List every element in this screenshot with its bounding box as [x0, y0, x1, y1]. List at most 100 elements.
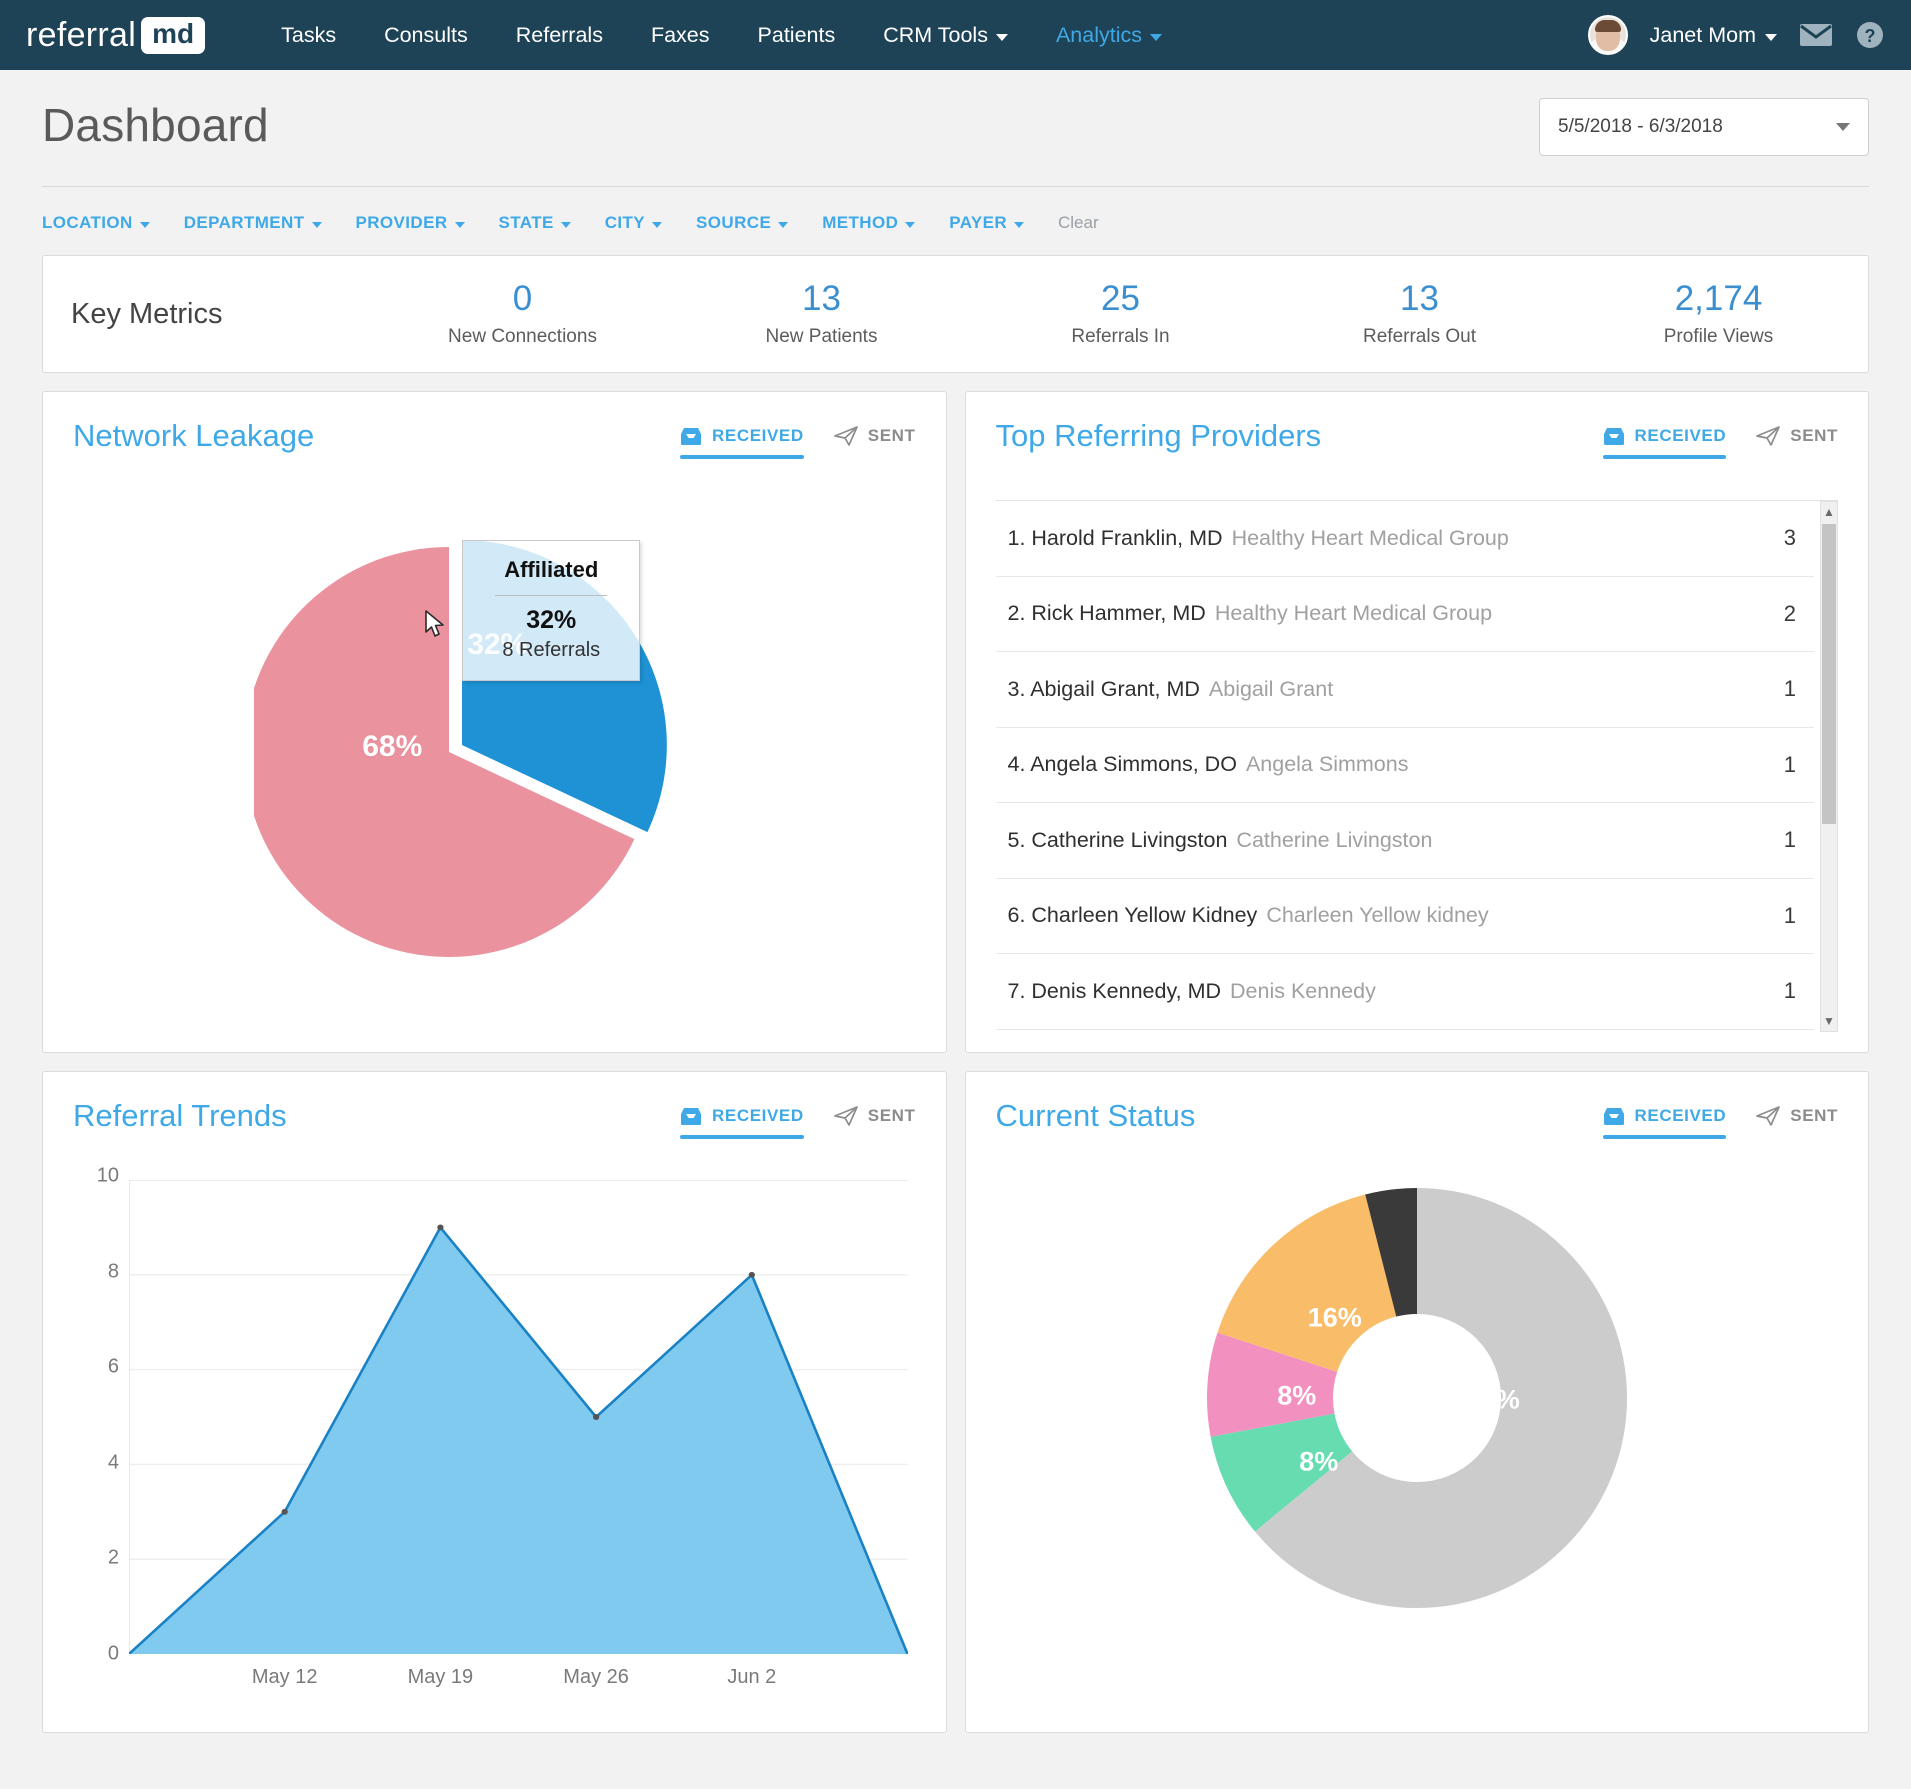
- y-tick-label: 0: [107, 1642, 119, 1665]
- metric-name: New Connections: [448, 325, 597, 347]
- table-row[interactable]: 1. Harold Franklin, MD Healthy Heart Med…: [995, 501, 1814, 577]
- brand-logo[interactable]: referral md: [26, 16, 206, 55]
- nav-label: Analytics: [1055, 22, 1142, 47]
- provider-count: 2: [1783, 600, 1796, 626]
- nav-item-referrals[interactable]: Referrals: [492, 23, 627, 48]
- x-tick-label: May 26: [563, 1666, 629, 1688]
- table-row[interactable]: 2. Rick Hammer, MD Healthy Heart Medical…: [995, 577, 1814, 652]
- provider-list-scrollbar[interactable]: ▲ ▼: [1820, 501, 1838, 1032]
- provider-name: 5. Catherine Livingston: [1007, 827, 1228, 852]
- nav-label: Tasks: [281, 22, 337, 47]
- toggle-sent[interactable]: SENT: [1756, 426, 1838, 459]
- chevron-down-icon: [778, 222, 789, 228]
- metric-name: Referrals Out: [1363, 325, 1476, 347]
- user-name-label: Janet Mom: [1649, 22, 1756, 47]
- top-referring-providers-card: Top Referring Providers RECEIVED SENT 1.…: [964, 391, 1869, 1053]
- plot-area: [129, 1180, 908, 1654]
- filter-city[interactable]: CITY: [605, 213, 663, 233]
- metric-new-connections: 0 New Connections: [373, 280, 672, 348]
- table-row[interactable]: 3. Abigail Grant, MD Abigail Grant 1: [995, 652, 1814, 728]
- filter-payer[interactable]: PAYER: [949, 213, 1024, 233]
- referral-trends-card: Referral Trends RECEIVED SENT 10 8 6 4 2…: [42, 1071, 947, 1733]
- scrollbar-thumb[interactable]: [1822, 524, 1836, 824]
- provider-list: 1. Harold Franklin, MD Healthy Heart Med…: [995, 500, 1838, 1032]
- page-header: Dashboard 5/5/2018 - 6/3/2018: [0, 70, 1911, 156]
- x-tick-label: May 12: [251, 1666, 318, 1688]
- card-header: Current Status RECEIVED SENT: [966, 1072, 1869, 1139]
- chevron-down-icon: [905, 222, 916, 228]
- provider-count: 1: [1783, 978, 1796, 1004]
- received-sent-toggle: RECEIVED SENT: [680, 1098, 915, 1139]
- y-tick-label: 8: [107, 1260, 119, 1283]
- nav-item-consults[interactable]: Consults: [360, 23, 492, 48]
- table-row[interactable]: 5. Catherine Livingston Catherine Living…: [995, 803, 1814, 879]
- user-menu[interactable]: Janet Mom: [1650, 23, 1777, 48]
- filter-location[interactable]: LOCATION: [42, 213, 150, 233]
- toggle-label: SENT: [867, 1106, 916, 1125]
- filter-provider[interactable]: PROVIDER: [356, 213, 465, 233]
- filter-method[interactable]: METHOD: [822, 213, 916, 233]
- avatar[interactable]: [1587, 15, 1628, 55]
- table-row[interactable]: 4. Angela Simmons, DO Angela Simmons 1: [995, 728, 1814, 803]
- chevron-down-icon: [995, 33, 1008, 41]
- table-row[interactable]: 7. Denis Kennedy, MD Denis Kennedy 1: [995, 954, 1814, 1030]
- filter-label: PAYER: [949, 213, 1007, 232]
- chevron-down-icon: [1836, 123, 1850, 131]
- nav-item-tasks[interactable]: Tasks: [257, 23, 360, 48]
- provider-org: Healthy Heart Medical Group: [1231, 525, 1509, 550]
- nav-item-crm-tools[interactable]: CRM Tools: [859, 23, 1032, 48]
- inbox-icon: [681, 1107, 702, 1125]
- scroll-down-arrow-icon[interactable]: ▼: [1823, 1011, 1835, 1031]
- date-range-select[interactable]: 5/5/2018 - 6/3/2018: [1539, 98, 1869, 156]
- active-underline: [1602, 455, 1727, 459]
- scroll-up-arrow-icon[interactable]: ▲: [1823, 502, 1835, 522]
- table-row[interactable]: 6. Charleen Yellow Kidney Charleen Yello…: [995, 879, 1814, 954]
- metric-new-patients: 13 New Patients: [672, 280, 971, 348]
- toggle-sent[interactable]: SENT: [833, 1106, 916, 1139]
- card-header: Referral Trends RECEIVED SENT: [43, 1072, 946, 1139]
- envelope-icon[interactable]: [1799, 22, 1833, 48]
- active-underline: [680, 455, 804, 459]
- metric-profile-views: 2,174 Profile Views: [1569, 280, 1868, 348]
- filter-label: STATE: [498, 213, 554, 232]
- filter-department[interactable]: DEPARTMENT: [184, 213, 322, 233]
- toggle-received[interactable]: RECEIVED: [680, 426, 804, 459]
- nav-label: Consults: [384, 22, 468, 47]
- page-title: Dashboard: [42, 99, 269, 151]
- x-tick-label: Jun 2: [727, 1666, 777, 1688]
- provider-count: 3: [1783, 525, 1796, 551]
- provider-name: 4. Angela Simmons, DO: [1007, 752, 1237, 777]
- card-title: Top Referring Providers: [995, 418, 1322, 453]
- paper-plane-icon: [833, 1106, 858, 1126]
- active-underline: [680, 1135, 804, 1139]
- filter-label: PROVIDER: [355, 213, 448, 232]
- nav-item-faxes[interactable]: Faxes: [627, 23, 734, 48]
- metric-value: 2,174: [1674, 279, 1763, 319]
- tooltip-divider: [495, 595, 608, 596]
- metric-name: Referrals In: [1071, 325, 1170, 347]
- toggle-sent[interactable]: SENT: [1756, 1106, 1838, 1139]
- avatar-hair: [1594, 20, 1621, 32]
- tooltip-detail: 8 Referrals: [502, 639, 601, 661]
- metric-name: New Patients: [765, 325, 878, 347]
- area-chart-points: [281, 1224, 755, 1515]
- provider-name: 3. Abigail Grant, MD: [1007, 676, 1200, 701]
- toggle-sent[interactable]: SENT: [833, 426, 916, 459]
- filter-bar: LOCATION DEPARTMENT PROVIDER STATE CITY …: [0, 187, 1911, 255]
- chevron-down-icon: [1765, 33, 1777, 41]
- toggle-received[interactable]: RECEIVED: [680, 1106, 804, 1139]
- filter-source[interactable]: SOURCE: [696, 213, 789, 233]
- scrollbar-track[interactable]: [1821, 826, 1837, 1011]
- nav-item-analytics[interactable]: Analytics: [1032, 23, 1186, 48]
- provider-name: 6. Charleen Yellow Kidney: [1007, 903, 1258, 928]
- svg-text:?: ?: [1865, 26, 1876, 46]
- metric-referrals-out: 13 Referrals Out: [1270, 280, 1569, 348]
- toggle-received[interactable]: RECEIVED: [1602, 426, 1727, 459]
- nav-item-patients[interactable]: Patients: [734, 23, 860, 48]
- pie-tooltip: Affiliated 32% 8 Referrals: [462, 540, 641, 681]
- mouse-cursor-icon: [425, 610, 445, 637]
- question-circle-icon[interactable]: ?: [1855, 20, 1885, 50]
- filter-state[interactable]: STATE: [499, 213, 571, 233]
- toggle-received[interactable]: RECEIVED: [1602, 1106, 1727, 1139]
- clear-filters-link[interactable]: Clear: [1058, 213, 1099, 233]
